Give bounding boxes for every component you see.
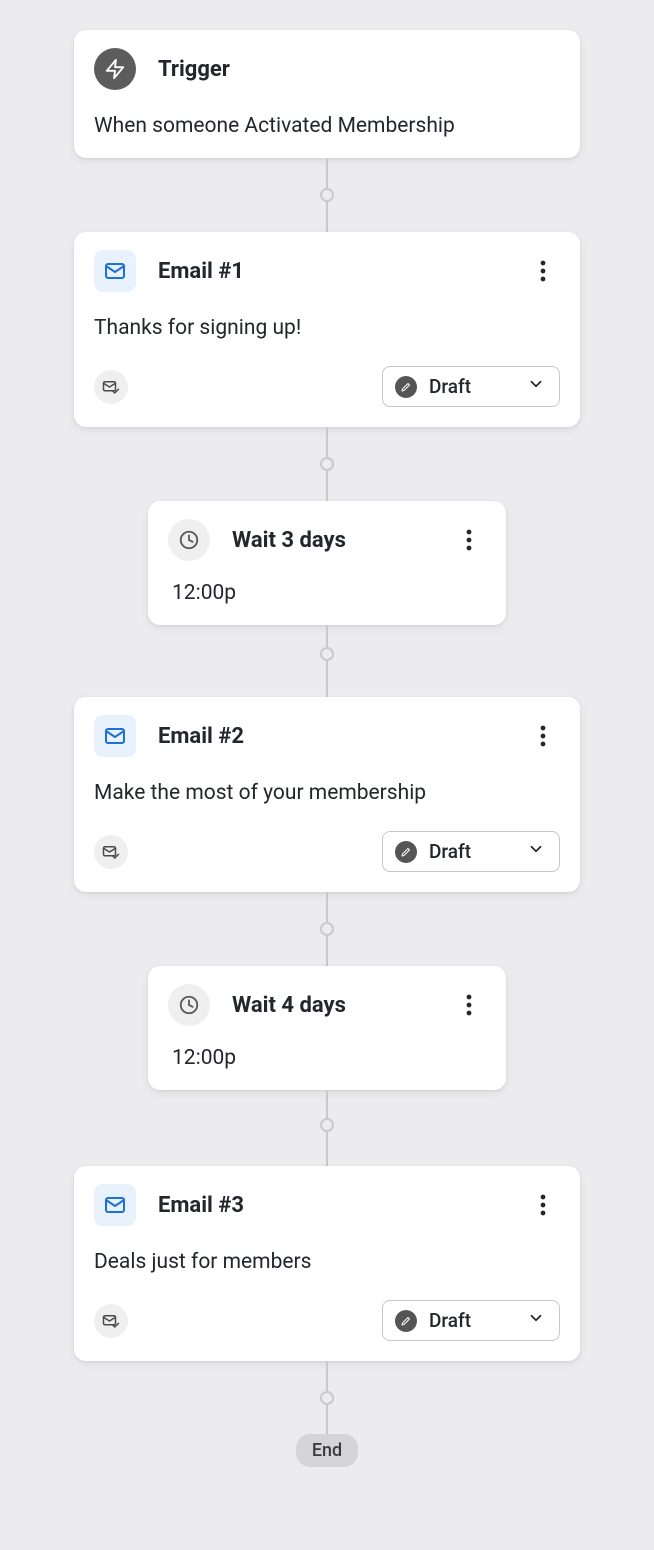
trigger-title: Trigger	[158, 57, 230, 82]
add-step-node[interactable]	[320, 1391, 334, 1405]
clock-icon	[168, 984, 210, 1026]
wait-time: 12:00p	[172, 1046, 486, 1070]
mail-icon	[94, 250, 136, 292]
connector	[320, 158, 334, 232]
status-label: Draft	[429, 1309, 471, 1332]
status-dropdown[interactable]: Draft	[382, 366, 560, 407]
email-subject: Deals just for members	[94, 1250, 560, 1274]
mail-check-icon[interactable]	[94, 835, 128, 869]
email-title: Email #3	[158, 1193, 244, 1218]
connector	[320, 427, 334, 501]
end-badge: End	[296, 1434, 358, 1467]
wait-time: 12:00p	[172, 581, 486, 605]
email-card-1[interactable]: Email #1 Thanks for signing up! Draft	[74, 232, 580, 427]
add-step-node[interactable]	[320, 188, 334, 202]
automation-flow: Trigger When someone Activated Membershi…	[0, 0, 654, 1467]
pencil-icon	[395, 841, 417, 863]
status-label: Draft	[429, 375, 471, 398]
mail-icon	[94, 1184, 136, 1226]
chevron-down-icon	[527, 840, 545, 863]
more-menu-button[interactable]	[528, 721, 558, 751]
wait-title: Wait 3 days	[232, 528, 346, 553]
email-title: Email #1	[158, 259, 244, 284]
status-label: Draft	[429, 840, 471, 863]
email-title: Email #2	[158, 724, 244, 749]
wait-card-2[interactable]: Wait 4 days 12:00p	[148, 966, 506, 1090]
trigger-card[interactable]: Trigger When someone Activated Membershi…	[74, 30, 580, 158]
connector	[320, 1090, 334, 1166]
mail-check-icon[interactable]	[94, 1304, 128, 1338]
chevron-down-icon	[527, 375, 545, 398]
email-card-2[interactable]: Email #2 Make the most of your membershi…	[74, 697, 580, 892]
email-subject: Make the most of your membership	[94, 781, 560, 805]
connector	[320, 625, 334, 697]
email-card-3[interactable]: Email #3 Deals just for members Draft	[74, 1166, 580, 1361]
email-subject: Thanks for signing up!	[94, 316, 560, 340]
mail-icon	[94, 715, 136, 757]
connector	[320, 1361, 334, 1435]
more-menu-button[interactable]	[454, 525, 484, 555]
pencil-icon	[395, 1310, 417, 1332]
status-dropdown[interactable]: Draft	[382, 831, 560, 872]
add-step-node[interactable]	[320, 1118, 334, 1132]
pencil-icon	[395, 376, 417, 398]
add-step-node[interactable]	[320, 457, 334, 471]
wait-card-1[interactable]: Wait 3 days 12:00p	[148, 501, 506, 625]
add-step-node[interactable]	[320, 922, 334, 936]
chevron-down-icon	[527, 1309, 545, 1332]
trigger-description: When someone Activated Membership	[94, 114, 560, 138]
clock-icon	[168, 519, 210, 561]
more-menu-button[interactable]	[528, 256, 558, 286]
add-step-node[interactable]	[320, 647, 334, 661]
connector	[320, 892, 334, 966]
more-menu-button[interactable]	[528, 1190, 558, 1220]
mail-check-icon[interactable]	[94, 370, 128, 404]
status-dropdown[interactable]: Draft	[382, 1300, 560, 1341]
more-menu-button[interactable]	[454, 990, 484, 1020]
wait-title: Wait 4 days	[232, 993, 346, 1018]
lightning-icon	[94, 48, 136, 90]
